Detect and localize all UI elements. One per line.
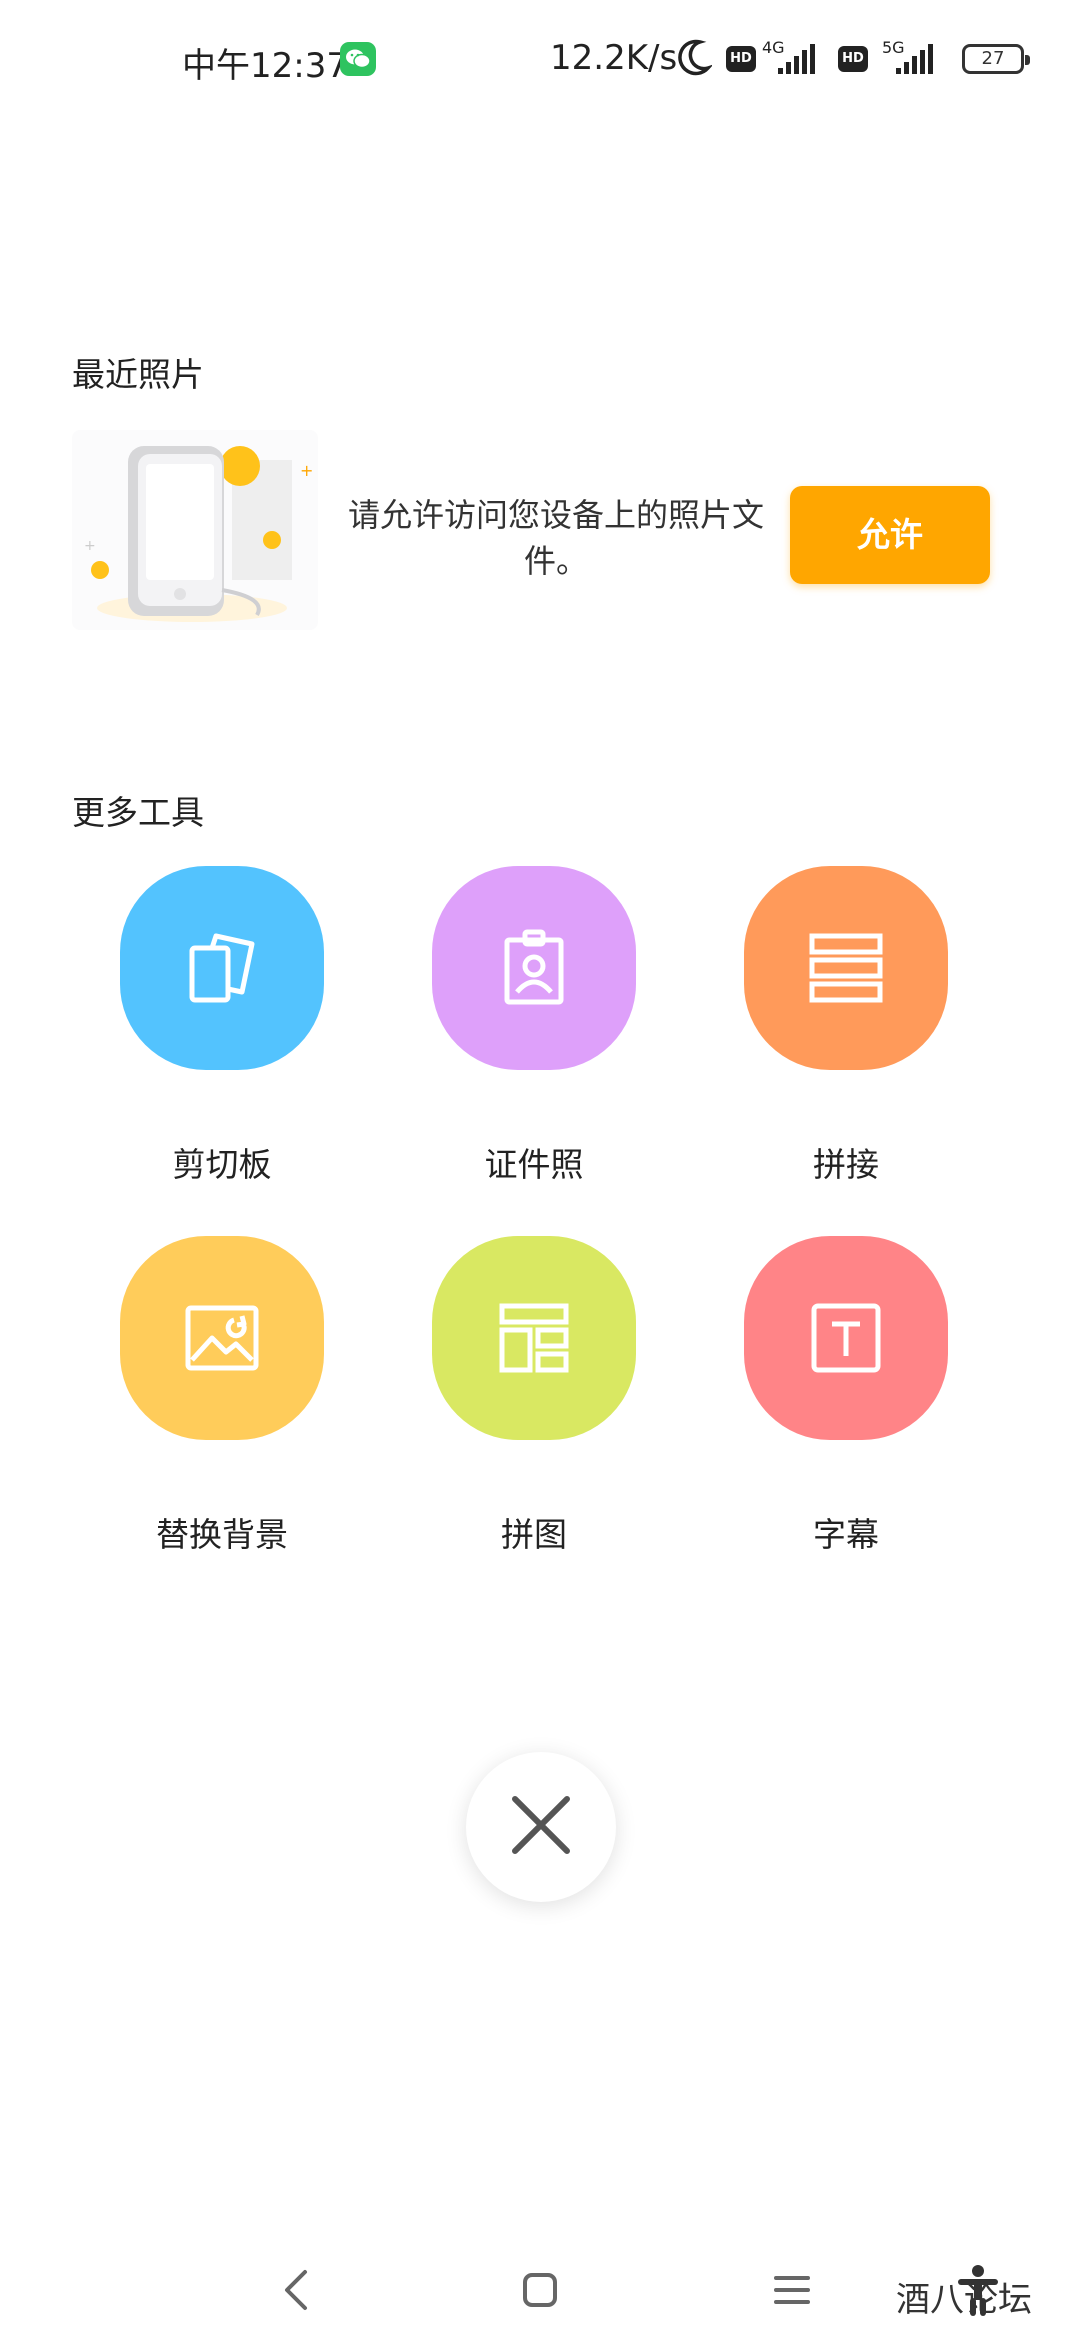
permission-illustration: + + (72, 430, 318, 630)
replace-background-icon[interactable] (120, 1236, 324, 1440)
allow-button[interactable]: 允许 (790, 486, 990, 584)
tool-id-photo[interactable]: 证件照 (432, 866, 636, 1184)
more-tools-title: 更多工具 (72, 793, 204, 832)
tool-label-subtitle: 字幕 (813, 1515, 879, 1554)
tool-label-clipboard: 剪切板 (172, 1145, 272, 1184)
tool-label-id-photo: 证件照 (484, 1145, 584, 1184)
recent-photos-title: 最近照片 (72, 355, 204, 394)
id-photo-icon[interactable] (432, 866, 636, 1070)
status-bar: 中午12:37 12.2K/s HD 4G HD 5G 27 (0, 0, 1080, 120)
menu-icon[interactable] (762, 2260, 822, 2320)
permission-message: 请允许访问您设备上的照片文件。 (347, 496, 764, 580)
hd-badge-1: HD (726, 46, 756, 72)
network-speed: 12.2K/s (550, 38, 678, 78)
do-not-disturb-icon (676, 38, 714, 82)
close-icon[interactable] (509, 1793, 573, 1861)
screen: 中午12:37 12.2K/s HD 4G HD 5G 27 最近照片 + + … (0, 0, 1080, 2340)
svg-text:+: + (300, 461, 313, 480)
signal-icon-1 (776, 42, 826, 80)
wechat-icon (340, 42, 376, 76)
svg-text:+: + (84, 538, 96, 554)
battery-indicator: 27 (962, 44, 1030, 74)
home-icon[interactable] (510, 2260, 570, 2320)
tool-label-stitch: 拼接 (813, 1145, 879, 1184)
tool-replace-background[interactable]: 替换背景 (120, 1236, 324, 1554)
collage-icon[interactable] (432, 1236, 636, 1440)
tool-label-collage: 拼图 (501, 1515, 567, 1554)
tool-collage[interactable]: 拼图 (432, 1236, 636, 1554)
stitch-icon[interactable] (744, 866, 948, 1070)
close-button[interactable] (466, 1752, 616, 1902)
tool-subtitle[interactable]: 字幕 (744, 1236, 948, 1554)
tool-stitch[interactable]: 拼接 (744, 866, 948, 1184)
tool-clipboard[interactable]: 剪切板 (120, 866, 324, 1184)
back-icon[interactable] (266, 2260, 326, 2320)
clipboard-icon[interactable] (120, 866, 324, 1070)
forum-watermark: 酒八论坛 (896, 2280, 1032, 2320)
signal-icon-2 (894, 42, 944, 80)
subtitle-icon[interactable] (744, 1236, 948, 1440)
status-time: 中午12:37 (182, 46, 348, 86)
hd-badge-2: HD (838, 46, 868, 72)
tool-label-replace-background: 替换背景 (156, 1515, 288, 1554)
